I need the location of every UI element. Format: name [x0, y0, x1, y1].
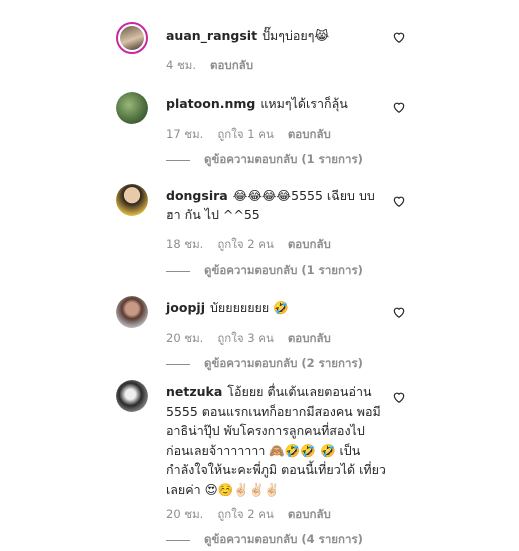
likes-count[interactable]: ถูกใจ 1 คน: [217, 127, 273, 141]
avatar[interactable]: [116, 296, 148, 328]
comment-meta: 4 ชม. ตอบกลับ: [166, 57, 267, 75]
view-replies-label: ดูข้อความตอบกลับ (1 รายการ): [204, 152, 363, 166]
avatar[interactable]: [116, 184, 148, 216]
comment-text: โอ้ยยย ตื่นเต้นเลยตอนอ่าน 5555 ตอนแรกเนท…: [166, 384, 386, 497]
view-replies-label: ดูข้อความตอบกลับ (1 รายการ): [204, 263, 363, 277]
avatar[interactable]: [116, 92, 148, 124]
comment-meta: 17 ชม. ถูกใจ 1 คน ตอบกลับ: [166, 126, 345, 144]
heart-outline-icon[interactable]: [392, 100, 406, 114]
comment-username[interactable]: joopjj: [166, 300, 205, 315]
avatar[interactable]: [116, 22, 148, 54]
likes-count[interactable]: ถูกใจ 2 คน: [217, 237, 273, 251]
comment-time[interactable]: 17 ชม.: [166, 127, 203, 141]
avatar[interactable]: [116, 380, 148, 412]
comment-time[interactable]: 20 ชม.: [166, 507, 203, 521]
reply-button[interactable]: ตอบกลับ: [288, 237, 331, 251]
view-replies-button[interactable]: ดูข้อความตอบกลับ (2 รายการ): [166, 355, 363, 373]
comment-username[interactable]: platoon.nmg: [166, 96, 255, 111]
comment-meta: 20 ชม. ถูกใจ 3 คน ตอบกลับ: [166, 330, 345, 348]
comment-time[interactable]: 20 ชม.: [166, 331, 203, 345]
heart-outline-icon[interactable]: [392, 390, 406, 404]
comment-meta: 20 ชม. ถูกใจ 2 คน ตอบกลับ: [166, 506, 345, 524]
view-replies-button[interactable]: ดูข้อความตอบกลับ (1 รายการ): [166, 151, 363, 169]
comment-text: บัยยยยยยย 🤣: [209, 300, 289, 315]
likes-count[interactable]: ถูกใจ 2 คน: [217, 507, 273, 521]
likes-count[interactable]: ถูกใจ 3 คน: [217, 331, 273, 345]
reply-button[interactable]: ตอบกลับ: [288, 127, 331, 141]
view-replies-button[interactable]: ดูข้อความตอบกลับ (1 รายการ): [166, 262, 363, 280]
view-replies-label: ดูข้อความตอบกลับ (2 รายการ): [204, 356, 363, 370]
comment-time[interactable]: 4 ชม.: [166, 58, 196, 72]
heart-outline-icon[interactable]: [392, 30, 406, 44]
comment-text: ปั๊มๆบ่อยๆ😹: [262, 28, 330, 43]
reply-button[interactable]: ตอบกลับ: [288, 331, 331, 345]
divider-line: [166, 159, 190, 161]
divider-line: [166, 363, 190, 365]
view-replies-label: ดูข้อความตอบกลับ (4 รายการ): [204, 532, 363, 546]
comment-username[interactable]: netzuka: [166, 384, 222, 399]
reply-button[interactable]: ตอบกลับ: [288, 507, 331, 521]
divider-line: [166, 539, 190, 541]
comment-time[interactable]: 18 ชม.: [166, 237, 203, 251]
comment-username[interactable]: dongsira: [166, 188, 228, 203]
heart-outline-icon[interactable]: [392, 305, 406, 319]
reply-button[interactable]: ตอบกลับ: [210, 58, 253, 72]
comment-username[interactable]: auan_rangsit: [166, 28, 257, 43]
comment-meta: 18 ชม. ถูกใจ 2 คน ตอบกลับ: [166, 236, 345, 254]
divider-line: [166, 270, 190, 272]
heart-outline-icon[interactable]: [392, 194, 406, 208]
view-replies-button[interactable]: ดูข้อความตอบกลับ (4 รายการ): [166, 531, 363, 549]
comment-text: แหมๆได้เราก็ลุ้น: [260, 96, 348, 111]
